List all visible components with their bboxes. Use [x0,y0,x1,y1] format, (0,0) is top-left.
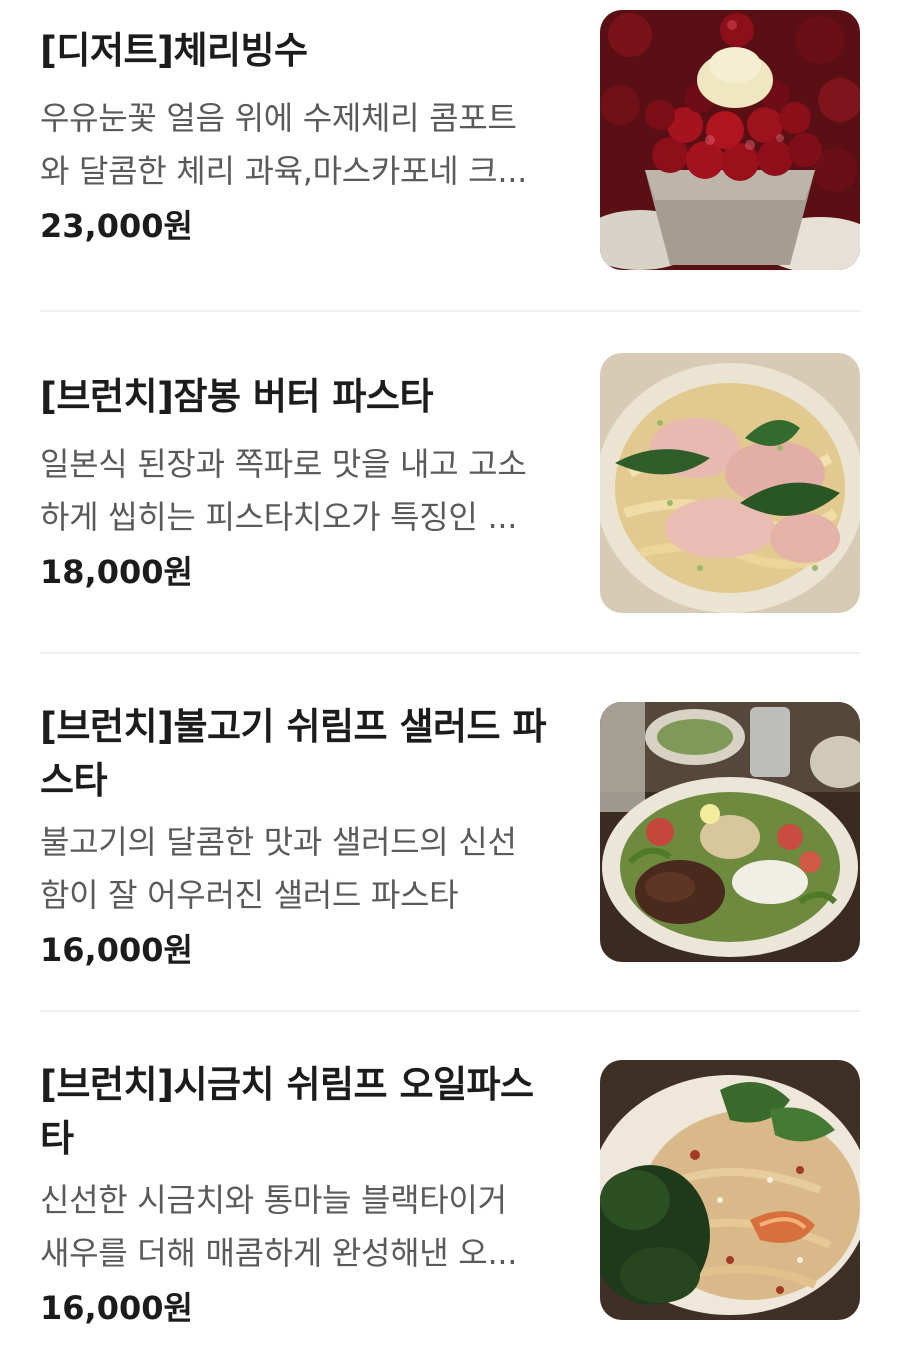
menu-item-name: [브런치]잠봉 버터 파스타 [40,375,433,418]
menu-item-photo-cherry-bingsu[interactable] [600,10,860,270]
menu-item-name: [브런치]시금치 쉬림프 오일파스 타 [40,1058,570,1166]
menu-item-photo-spinach-shrimp-oil-pasta[interactable] [600,1060,860,1320]
menu-item-description-line: 함이 잘 어우러진 샐러드 파스타 [40,876,459,914]
menu-item-description-line: 새우를 더해 매콤하게 완성해낸 오... [40,1234,518,1272]
menu-item-text: [브런치]시금치 쉬림프 오일파스 타 신선한 시금치와 통마늘 블랙타이거 새… [40,1058,570,1334]
menu-item-description: 일본식 된장과 쪽파로 맛을 내고 고소 하게 씹히는 피스타치오가 특징인 .… [40,438,570,544]
menu-item-description: 불고기의 달콤한 맛과 샐러드의 신선 함이 잘 어우러진 샐러드 파스타 [40,816,570,922]
menu-item-description-line: 일본식 된장과 쪽파로 맛을 내고 고소 [40,445,527,483]
menu-item-price: 16,000원 [40,1289,193,1327]
menu-item-name-line: [브런치]불고기 쉬림프 샐러드 파 [40,705,546,748]
divider [40,1010,860,1012]
menu-list: [디저트]체리빙수 우유눈꽃 얼음 위에 수제체리 콤포트 와 달콤한 체리 과… [0,0,900,1361]
menu-item-description-line: 불고기의 달콤한 맛과 샐러드의 신선 [40,823,517,861]
divider [40,310,860,312]
menu-item-price: 16,000원 [40,931,193,969]
divider [40,652,860,654]
menu-item-description-line: 우유눈꽃 얼음 위에 수제체리 콤포트 [40,99,517,137]
menu-item-name: [브런치]불고기 쉬림프 샐러드 파 스타 [40,700,570,808]
menu-item-price: 18,000원 [40,553,193,591]
menu-item-description-line: 하게 씹히는 피스타치오가 특징인 ... [40,498,518,536]
menu-item-photo-bulgogi-shrimp-salad-pasta[interactable] [600,702,860,962]
menu-item-price: 23,000원 [40,207,193,245]
menu-item-photo-jambon-butter-pasta[interactable] [600,353,860,613]
menu-item-description-line: 와 달콤한 체리 과육,마스카포네 크... [40,152,527,190]
menu-item-name-line: 타 [40,1117,74,1160]
menu-item-name-line: 스타 [40,759,108,802]
menu-item-text: [브런치]잠봉 버터 파스타 일본식 된장과 쪽파로 맛을 내고 고소 하게 씹… [40,370,570,598]
menu-item-text: [디저트]체리빙수 우유눈꽃 얼음 위에 수제체리 콤포트 와 달콤한 체리 과… [40,24,570,252]
menu-item-name: [디저트]체리빙수 [40,29,308,72]
menu-item-text: [브런치]불고기 쉬림프 샐러드 파 스타 불고기의 달콤한 맛과 샐러드의 신… [40,700,570,976]
menu-item-description: 신선한 시금치와 통마늘 블랙타이거 새우를 더해 매콤하게 완성해낸 오... [40,1174,570,1280]
menu-item-description: 우유눈꽃 얼음 위에 수제체리 콤포트 와 달콤한 체리 과육,마스카포네 크.… [40,92,570,198]
menu-item-description-line: 신선한 시금치와 통마늘 블랙타이거 [40,1181,507,1219]
menu-item-name-line: [브런치]시금치 쉬림프 오일파스 [40,1063,534,1106]
